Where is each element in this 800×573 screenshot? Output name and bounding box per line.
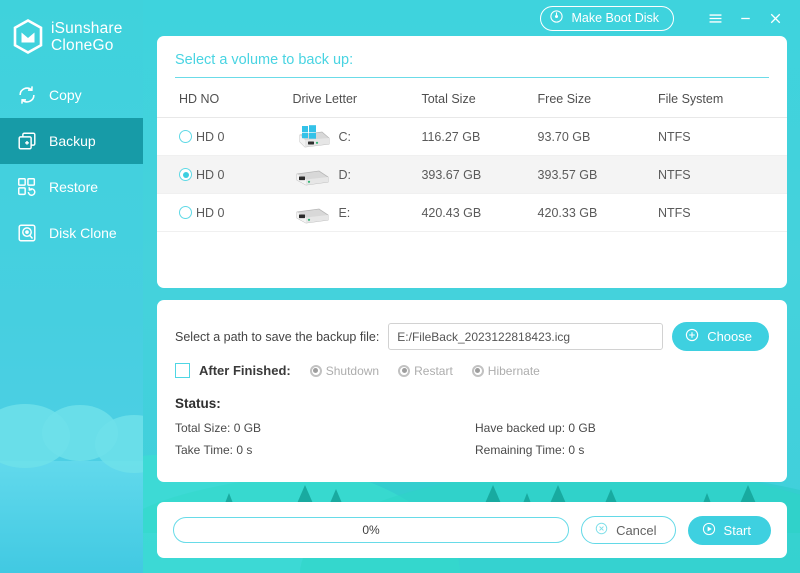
sidebar-item-label: Restore [49, 179, 99, 195]
sidebar-item-label: Copy [49, 87, 82, 103]
after-finished-label: After Finished: [199, 363, 291, 378]
make-boot-disk-label: Make Boot Disk [571, 11, 659, 25]
cell-drive-letter: C: [338, 129, 351, 144]
column-header-drive-letter: Drive Letter [292, 92, 358, 106]
copy-plus-icon [16, 130, 38, 152]
choose-button[interactable]: Choose [672, 322, 769, 351]
volumes-table: HD NO Drive Letter Total Size Free Size … [157, 78, 787, 232]
shield-logo-icon [12, 18, 44, 55]
cell-hd-no: HD 0 [196, 129, 225, 144]
volumes-panel: Select a volume to back up: HD NO Drive … [157, 36, 787, 288]
column-header-total-size: Total Size [421, 92, 476, 106]
footer-panel: 0% Cancel Start [157, 502, 787, 558]
cell-hd-no: HD 0 [196, 167, 225, 182]
plus-circle-icon [684, 327, 700, 346]
table-row[interactable]: HD 0 [157, 118, 787, 156]
cancel-button-label: Cancel [616, 522, 657, 538]
choose-button-label: Choose [707, 329, 752, 344]
settings-panel: Select a path to save the backup file: C… [157, 300, 787, 482]
hard-drive-icon [292, 161, 332, 189]
cell-free-size: 93.70 GB [537, 129, 591, 144]
sidebar-item-label: Disk Clone [49, 225, 117, 241]
hamburger-menu-icon[interactable] [700, 5, 730, 31]
volume-radio-d[interactable] [179, 168, 192, 181]
cancel-button[interactable]: Cancel [581, 516, 676, 544]
table-row[interactable]: HD 0 [157, 155, 787, 194]
make-boot-disk-button[interactable]: Make Boot Disk [540, 5, 674, 31]
minimize-icon[interactable] [730, 5, 760, 31]
backup-path-input[interactable] [388, 323, 664, 350]
restore-blocks-icon [16, 176, 38, 198]
x-circle-icon [594, 521, 609, 539]
radio-icon [309, 364, 322, 377]
option-label: Shutdown [325, 363, 380, 378]
cell-drive-letter: E: [338, 205, 351, 220]
start-button[interactable]: Start [687, 515, 771, 545]
hard-disk-icon [16, 222, 38, 244]
volume-radio-c[interactable] [179, 130, 192, 143]
sidebar: iSunshare CloneGo Copy Backup Restore Di… [0, 0, 143, 573]
sidebar-item-backup[interactable]: Backup [0, 118, 143, 164]
after-finished-row: After Finished: Shutdown Restart Hiberna… [157, 351, 787, 378]
sidebar-item-copy[interactable]: Copy [0, 72, 143, 118]
sidebar-item-label: Backup [49, 133, 96, 149]
hard-drive-icon [292, 199, 332, 227]
status-grid: Total Size: 0 GB Have backed up: 0 GB Ta… [157, 411, 787, 457]
table-row[interactable]: HD 0 [157, 194, 787, 232]
cell-file-system: NTFS [657, 205, 691, 220]
status-title: Status: [175, 396, 221, 411]
after-finished-option-hibernate[interactable]: Hibernate [471, 363, 540, 378]
refresh-cycle-icon [16, 84, 38, 106]
status-total-size: Total Size: 0 GB [175, 421, 262, 435]
radio-icon [471, 364, 484, 377]
app-brand-text: iSunshare CloneGo [51, 20, 123, 54]
sidebar-item-restore[interactable]: Restore [0, 164, 143, 210]
column-header-hd-no: HD NO [179, 92, 220, 106]
option-label: Restart [414, 363, 453, 378]
cell-hd-no: HD 0 [196, 205, 225, 220]
progress-bar-label: 0% [362, 523, 380, 537]
start-button-label: Start [723, 522, 751, 538]
cell-total-size: 420.43 GB [421, 205, 482, 220]
after-finished-option-restart[interactable]: Restart [398, 364, 453, 378]
sidebar-item-disk-clone[interactable]: Disk Clone [0, 210, 143, 256]
close-icon[interactable] [760, 5, 790, 31]
cell-total-size: 393.67 GB [421, 167, 482, 182]
backup-path-label: Select a path to save the backup file: [175, 329, 380, 344]
volume-radio-e[interactable] [179, 206, 192, 219]
status-have-backed-up: Have backed up: 0 GB [475, 421, 596, 435]
title-bar: Make Boot Disk [143, 0, 800, 36]
cell-file-system: NTFS [657, 129, 691, 144]
option-label: Hibernate [487, 363, 540, 378]
after-finished-option-shutdown[interactable]: Shutdown [309, 363, 380, 378]
backup-path-row: Select a path to save the backup file: C… [157, 300, 787, 351]
status-take-time: Take Time: 0 s [175, 443, 253, 457]
brand-line-2: CloneGo [51, 36, 114, 54]
cell-file-system: NTFS [657, 167, 691, 182]
sidebar-nav: Copy Backup Restore Disk Clone [0, 72, 143, 256]
application-window: iSunshare CloneGo Copy Backup Restore Di… [0, 0, 800, 573]
cell-free-size: 393.57 GB [537, 167, 598, 182]
cell-free-size: 420.33 GB [537, 205, 598, 220]
after-finished-checkbox[interactable] [175, 363, 190, 378]
progress-bar: 0% [173, 517, 570, 543]
disc-icon [549, 9, 564, 27]
app-brand: iSunshare CloneGo [0, 0, 143, 62]
column-header-file-system: File System [657, 92, 724, 106]
sidebar-cloud-decoration [0, 383, 143, 573]
status-remaining-time: Remaining Time: 0 s [475, 443, 585, 457]
radio-icon [398, 364, 411, 377]
column-header-free-size: Free Size [537, 92, 592, 106]
volumes-table-header: HD NO Drive Letter Total Size Free Size … [157, 78, 787, 118]
windows-drive-icon [292, 123, 332, 151]
volumes-panel-title: Select a volume to back up: [175, 52, 354, 68]
play-circle-icon [701, 521, 717, 540]
brand-line-1: iSunshare [51, 19, 123, 37]
cell-total-size: 116.27 GB [421, 129, 481, 144]
cell-drive-letter: D: [338, 167, 351, 182]
